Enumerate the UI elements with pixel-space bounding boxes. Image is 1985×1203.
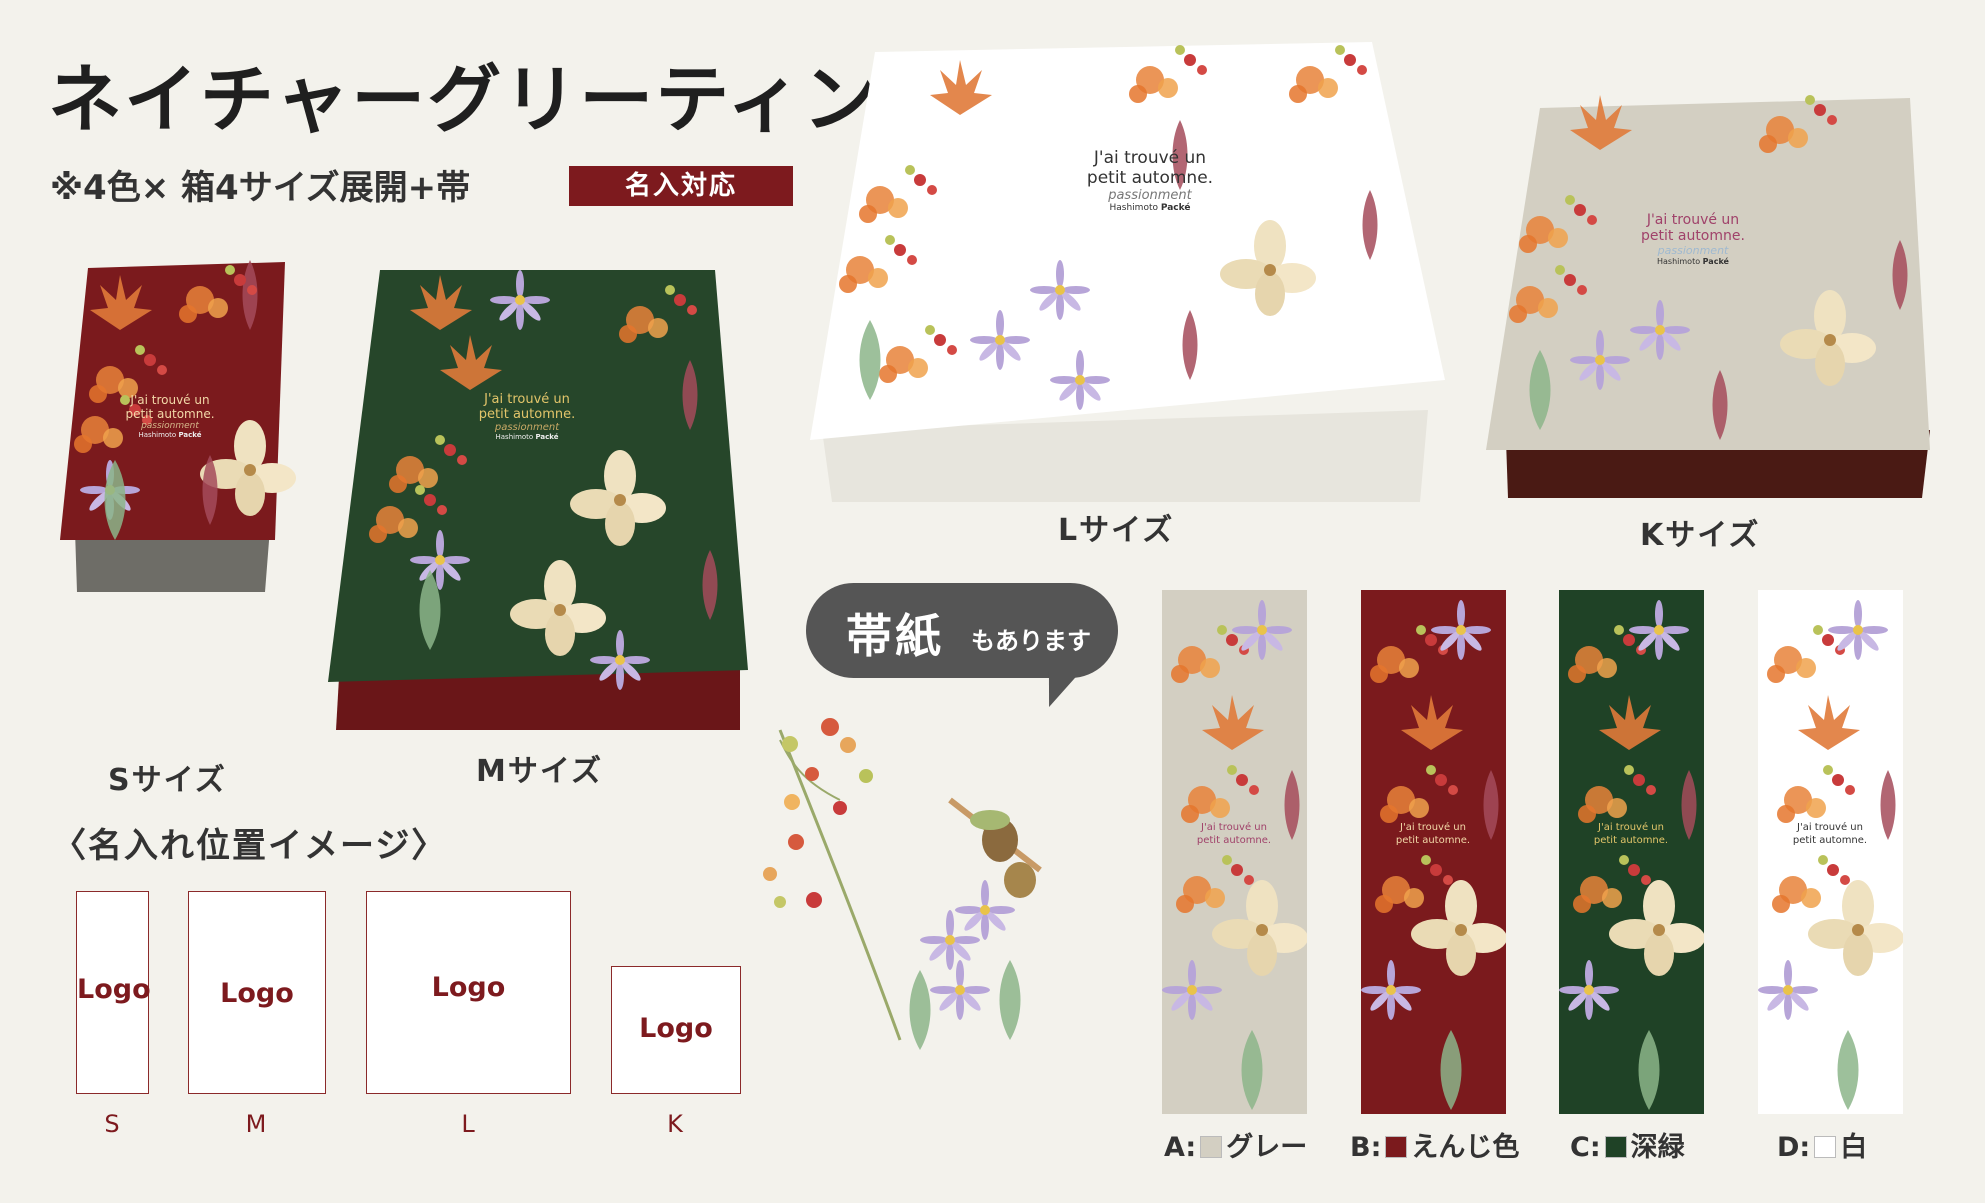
brand: Packé	[535, 433, 559, 441]
box-text-line2: petit automne.	[1086, 168, 1214, 188]
svg-text:petit automne.: petit automne.	[1197, 835, 1271, 846]
band-prefix: D:	[1777, 1132, 1811, 1163]
band-label-a: A: グレー	[1164, 1125, 1307, 1164]
box-k-text: J'ai trouvé un petit automne. passionmen…	[1628, 212, 1758, 266]
band-prefix: A:	[1164, 1132, 1197, 1163]
label-k-size: Kサイズ	[1640, 518, 1761, 553]
box-text-line2: petit automne.	[1641, 228, 1745, 244]
svg-text:petit automne.: petit automne.	[1396, 835, 1470, 846]
color-swatch-white	[1814, 1136, 1837, 1158]
band-b: J'ai trouvé un petit automne.	[1361, 590, 1506, 1114]
box-text-line1: J'ai trouvé un	[1093, 148, 1207, 168]
box-text-script: passionment	[141, 421, 199, 431]
color-swatch-green	[1604, 1136, 1627, 1158]
bubble-small-text: もあります	[971, 627, 1091, 655]
label-l-size: Lサイズ	[1058, 513, 1175, 548]
logo-placeholder-s: Logo	[76, 891, 151, 1094]
logo-text: Logo	[639, 1013, 713, 1044]
name-position-heading: 〈名入れ位置イメージ〉	[52, 826, 448, 866]
label-m-size: Mサイズ	[476, 754, 603, 789]
band-color-name: グレー	[1226, 1132, 1308, 1163]
logo-label-k: K	[667, 1110, 683, 1138]
svg-text:J'ai trouvé un: J'ai trouvé un	[1200, 821, 1267, 833]
box-text-script: passionment	[1657, 244, 1729, 257]
brand: Packé	[178, 431, 202, 439]
svg-text:J'ai trouvé un: J'ai trouvé un	[1597, 821, 1664, 833]
brand-small: Hashimoto	[1109, 203, 1159, 213]
box-s-text: J'ai trouvé un petit automne. passionmen…	[110, 393, 230, 439]
box-text-script: passionment	[494, 422, 560, 433]
svg-text:petit automne.: petit automne.	[1594, 835, 1668, 846]
band-prefix: C:	[1570, 1132, 1601, 1163]
band-color-name: えんじ色	[1411, 1132, 1520, 1163]
band-label-b: B: えんじ色	[1350, 1125, 1519, 1164]
brand-small: Hashimoto	[495, 433, 534, 441]
band-c: J'ai trouvé un petit automne.	[1559, 590, 1704, 1114]
box-text-script: passionment	[1108, 188, 1192, 203]
logo-label-s: S	[104, 1110, 120, 1138]
box-text-line1: J'ai trouvé un	[484, 392, 570, 407]
svg-text:J'ai trouvé un: J'ai trouvé un	[1796, 821, 1863, 833]
logo-label-l: L	[461, 1110, 475, 1138]
band-a: J'ai trouvé un petit automne.	[1162, 590, 1307, 1114]
band-color-name: 深緑	[1630, 1132, 1685, 1163]
bubble-big-text: 帯紙	[846, 609, 944, 663]
box-text-line1: J'ai trouvé un	[1646, 212, 1740, 228]
brand: Packé	[1702, 257, 1729, 266]
band-prefix: B:	[1350, 1132, 1382, 1163]
svg-text:J'ai trouvé un: J'ai trouvé un	[1399, 821, 1466, 833]
band-d: J'ai trouvé un petit automne.	[1758, 590, 1903, 1114]
box-l-text: J'ai trouvé un petit automne. passionmen…	[1075, 148, 1225, 213]
box-m-text: J'ai trouvé un petit automne. passionmen…	[462, 392, 592, 441]
logo-label-m: M	[245, 1110, 267, 1138]
logo-placeholder-l: Logo	[366, 891, 571, 1094]
logo-placeholder-k: Logo	[611, 966, 741, 1094]
box-text-line2: petit automne.	[125, 407, 215, 421]
box-text-line2: petit automne.	[478, 407, 576, 422]
box-text-line1: J'ai trouvé un	[130, 393, 210, 407]
logo-text: Logo	[220, 978, 294, 1009]
brand-small: Hashimoto	[138, 431, 177, 439]
label-s-size: Sサイズ	[108, 763, 227, 798]
box-m	[328, 270, 748, 730]
box-l	[810, 42, 1445, 502]
svg-text:petit automne.: petit automne.	[1793, 835, 1867, 846]
box-k	[1486, 95, 1930, 498]
logo-text: Logo	[77, 974, 151, 1005]
brand-small: Hashimoto	[1657, 257, 1701, 266]
band-label-d: D: 白	[1777, 1125, 1867, 1164]
band-paper-bubble: 帯紙 もあります	[806, 583, 1118, 707]
color-swatch-wine	[1385, 1136, 1408, 1158]
band-color-name: 白	[1840, 1132, 1868, 1163]
botanical-sprig-illustration	[763, 718, 1042, 1050]
brand: Packé	[1160, 203, 1191, 213]
band-label-c: C: 深緑	[1570, 1125, 1685, 1164]
logo-text: Logo	[431, 972, 506, 1003]
color-swatch-gray	[1200, 1136, 1223, 1158]
logo-placeholder-m: Logo	[188, 891, 326, 1094]
